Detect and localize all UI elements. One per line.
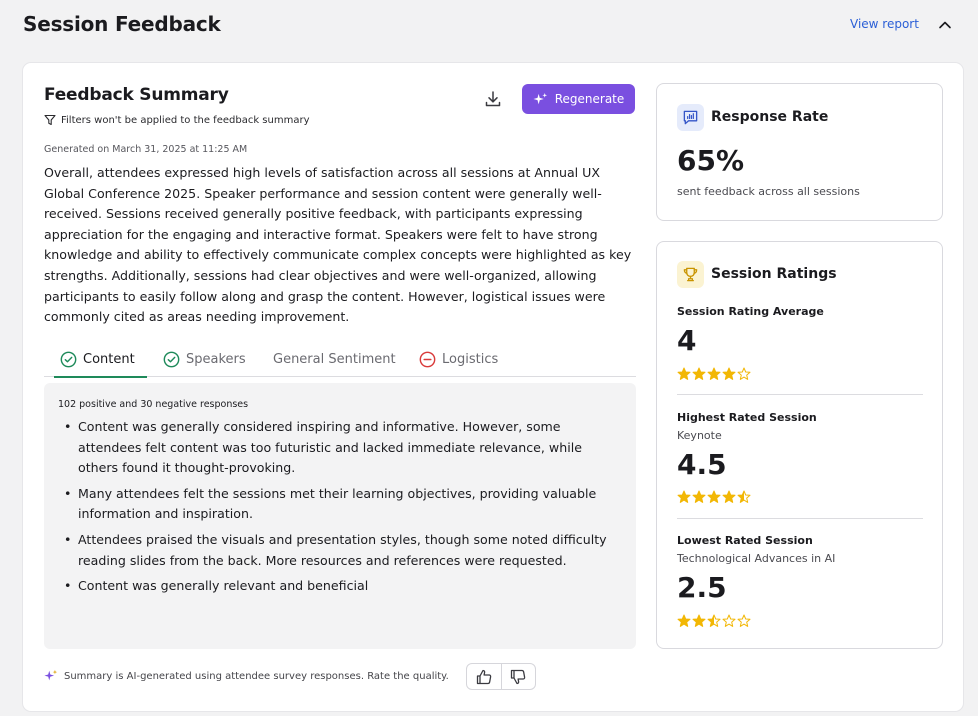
star-filled-icon bbox=[692, 490, 706, 503]
collapse-button[interactable] bbox=[934, 14, 956, 36]
star-half-icon bbox=[707, 614, 721, 627]
star-filled-icon bbox=[677, 490, 691, 503]
thumbs-down-icon bbox=[511, 669, 526, 684]
response-rate-icon-badge bbox=[677, 104, 704, 131]
response-rate-card: Response Rate 65% sent feedback across a… bbox=[656, 83, 943, 221]
tab-content[interactable]: Content bbox=[54, 341, 147, 378]
lowest-rated-value: 2.5 bbox=[677, 571, 727, 604]
divider bbox=[677, 394, 923, 395]
star-half-icon bbox=[737, 490, 751, 503]
regenerate-button[interactable]: Regenerate bbox=[522, 84, 635, 114]
rate-quality-group bbox=[466, 663, 536, 690]
rating-average-value: 4 bbox=[677, 324, 697, 357]
sparkle-icon bbox=[44, 669, 58, 681]
filter-note-text: Filters won't be applied to the feedback… bbox=[61, 114, 310, 126]
page-header: Session Feedback View report bbox=[0, 0, 978, 52]
sentiment-tabs: Content Speakers General Sentiment Logis… bbox=[44, 341, 636, 378]
divider bbox=[677, 518, 923, 519]
view-report-link[interactable]: View report bbox=[850, 17, 919, 31]
rating-average-stars bbox=[677, 367, 751, 381]
rating-average-label: Session Rating Average bbox=[677, 305, 824, 318]
ai-disclaimer: Summary is AI-generated using attendee s… bbox=[44, 669, 449, 683]
session-ratings-title: Session Ratings bbox=[711, 266, 837, 282]
filter-note: Filters won't be applied to the feedback… bbox=[44, 114, 310, 126]
response-rate-caption: sent feedback across all sessions bbox=[677, 185, 860, 198]
feedback-bullets: Content was generally considered inspiri… bbox=[64, 417, 614, 602]
minus-circle-icon bbox=[419, 351, 436, 367]
star-empty-icon bbox=[737, 367, 751, 380]
tab-logistics-label: Logistics bbox=[442, 351, 499, 367]
tab-general-sentiment[interactable]: General Sentiment bbox=[273, 341, 396, 377]
sparkle-icon bbox=[533, 92, 547, 104]
filter-icon bbox=[44, 114, 56, 126]
star-filled-icon bbox=[707, 367, 721, 380]
star-filled-icon bbox=[707, 490, 721, 503]
list-item: Content was generally relevant and benef… bbox=[64, 576, 614, 597]
regenerate-label: Regenerate bbox=[554, 92, 625, 106]
thumbs-up-button[interactable] bbox=[467, 664, 501, 689]
list-item: Many attendees felt the sessions met the… bbox=[64, 484, 614, 525]
chevron-up-icon bbox=[939, 21, 951, 29]
tab-speakers-label: Speakers bbox=[186, 351, 246, 367]
thumbs-up-icon bbox=[476, 669, 492, 684]
star-filled-icon bbox=[677, 367, 691, 380]
star-filled-icon bbox=[692, 614, 706, 627]
download-icon bbox=[485, 91, 501, 107]
highest-rated-label: Highest Rated Session bbox=[677, 411, 817, 424]
list-item: Content was generally considered inspiri… bbox=[64, 417, 614, 479]
response-count: 102 positive and 30 negative responses bbox=[58, 399, 249, 410]
tab-general-sentiment-label: General Sentiment bbox=[273, 351, 396, 367]
summary-text: Overall, attendees expressed high levels… bbox=[44, 165, 632, 325]
tab-content-label: Content bbox=[83, 351, 135, 367]
star-empty-icon bbox=[722, 614, 736, 627]
highest-rated-session: Keynote bbox=[677, 429, 722, 442]
response-rate-value: 65% bbox=[677, 144, 745, 177]
thumbs-down-button[interactable] bbox=[500, 664, 536, 689]
trophy-icon bbox=[683, 267, 698, 282]
summary-title: Feedback Summary bbox=[44, 85, 229, 105]
download-button[interactable] bbox=[481, 87, 505, 111]
highest-rated-value: 4.5 bbox=[677, 448, 727, 481]
tab-speakers[interactable]: Speakers bbox=[163, 341, 246, 377]
session-ratings-card: Session Ratings Session Rating Average 4… bbox=[656, 241, 943, 649]
ai-disclaimer-text: Summary is AI-generated using attendee s… bbox=[64, 670, 449, 682]
star-filled-icon bbox=[692, 367, 706, 380]
tab-panel-content: 102 positive and 30 negative responses C… bbox=[44, 383, 636, 649]
lowest-rated-session: Technological Advances in AI bbox=[677, 552, 836, 565]
page-title: Session Feedback bbox=[23, 12, 221, 36]
feedback-card: Feedback Summary Filters won't be applie… bbox=[23, 63, 963, 711]
star-filled-icon bbox=[677, 614, 691, 627]
tab-logistics[interactable]: Logistics bbox=[419, 341, 498, 377]
star-filled-icon bbox=[722, 367, 736, 380]
generated-timestamp: Generated on March 31, 2025 at 11:25 AM bbox=[44, 144, 248, 155]
list-item: Attendees praised the visuals and presen… bbox=[64, 530, 614, 571]
star-empty-icon bbox=[737, 614, 751, 627]
lowest-rated-label: Lowest Rated Session bbox=[677, 534, 813, 547]
check-circle-icon bbox=[163, 351, 180, 367]
lowest-rated-stars bbox=[677, 614, 751, 628]
check-circle-icon bbox=[60, 351, 77, 367]
star-filled-icon bbox=[722, 490, 736, 503]
response-rate-title: Response Rate bbox=[711, 109, 829, 125]
chat-chart-icon bbox=[683, 110, 698, 125]
session-ratings-icon-badge bbox=[677, 261, 704, 288]
highest-rated-stars bbox=[677, 490, 751, 504]
